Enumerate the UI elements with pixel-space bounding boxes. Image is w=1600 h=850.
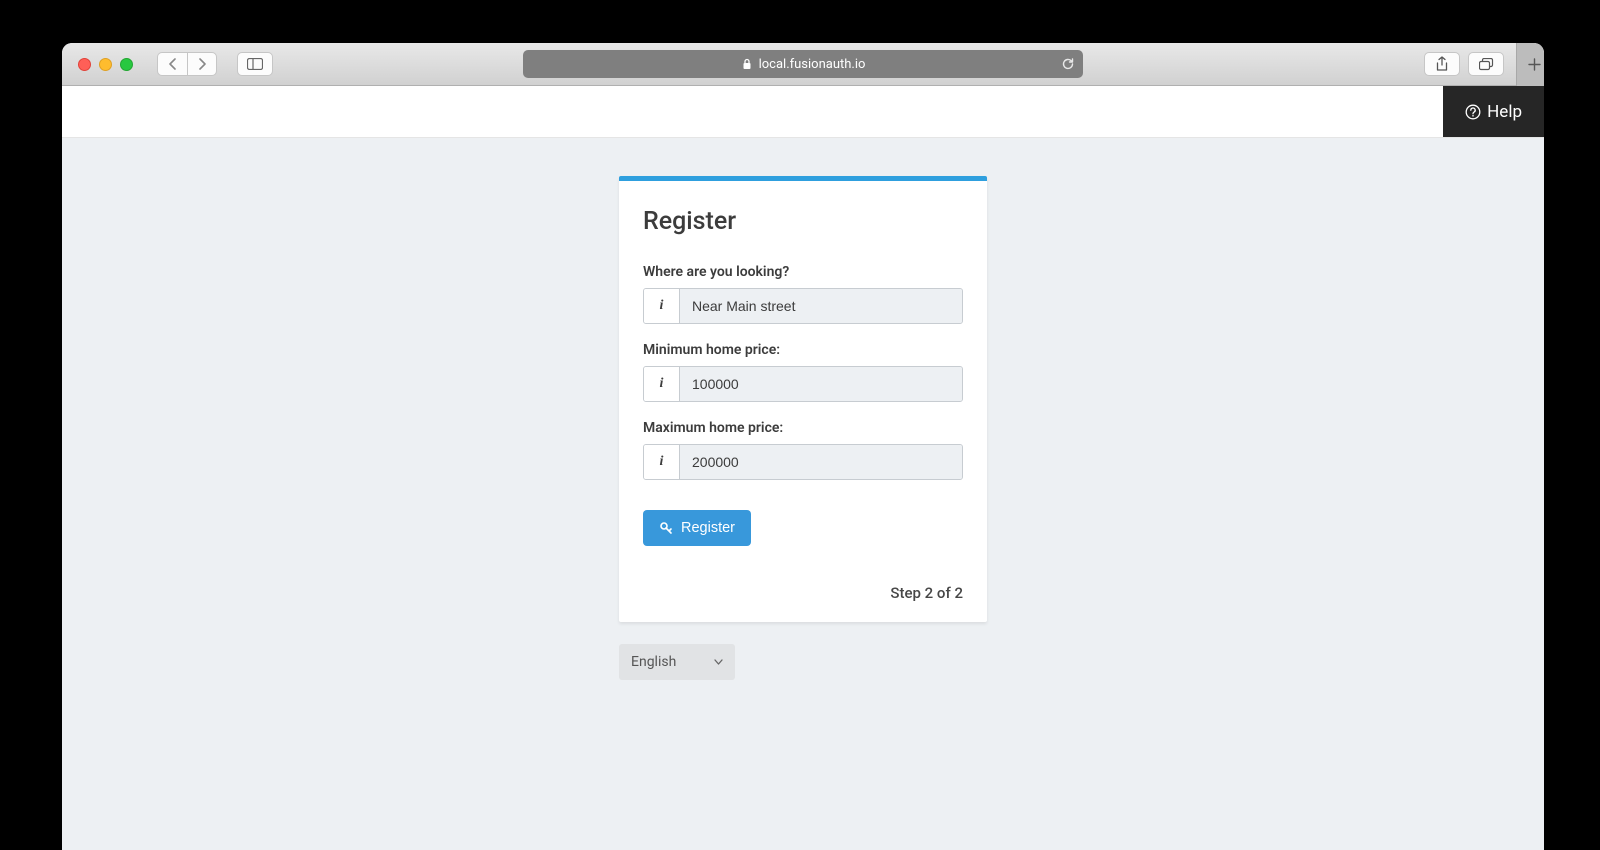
chevron-left-icon <box>168 58 177 70</box>
label-min-price: Minimum home price: <box>643 342 963 358</box>
toolbar-right <box>1424 43 1532 86</box>
help-label: Help <box>1487 102 1522 122</box>
tabs-icon <box>1479 58 1494 71</box>
url-bar[interactable]: local.fusionauth.io <box>523 50 1083 78</box>
share-button[interactable] <box>1424 52 1460 76</box>
window-close-button[interactable] <box>78 58 91 71</box>
language-select-wrapper: English <box>619 644 987 680</box>
input-group-max-price: i <box>643 444 963 480</box>
input-group-min-price: i <box>643 366 963 402</box>
chevron-right-icon <box>198 58 207 70</box>
url-text: local.fusionauth.io <box>759 57 866 72</box>
nav-buttons <box>157 52 217 76</box>
register-button-label: Register <box>681 520 735 536</box>
min-price-input[interactable] <box>680 367 962 401</box>
field-location: Where are you looking? i <box>643 264 963 324</box>
sidebar-icon <box>247 58 263 70</box>
max-price-input[interactable] <box>680 445 962 479</box>
key-icon <box>659 521 673 535</box>
traffic-lights <box>78 58 133 71</box>
help-button[interactable]: Help <box>1443 86 1544 137</box>
page-body: Register Where are you looking? i Minimu… <box>62 138 1544 850</box>
info-icon: i <box>644 445 680 479</box>
tabs-button[interactable] <box>1468 52 1504 76</box>
chevron-down-icon <box>714 659 723 665</box>
window-maximize-button[interactable] <box>120 58 133 71</box>
plus-icon <box>1528 58 1541 71</box>
language-select[interactable]: English <box>619 644 735 680</box>
new-tab-button[interactable] <box>1516 43 1544 86</box>
window-minimize-button[interactable] <box>99 58 112 71</box>
label-max-price: Maximum home price: <box>643 420 963 436</box>
field-max-price: Maximum home price: i <box>643 420 963 480</box>
lock-icon <box>741 58 753 70</box>
label-location: Where are you looking? <box>643 264 963 280</box>
nav-forward-button[interactable] <box>187 52 217 76</box>
browser-titlebar: local.fusionauth.io <box>62 43 1544 86</box>
browser-window: local.fusionauth.io Help Register <box>62 43 1544 850</box>
refresh-icon <box>1061 57 1075 71</box>
field-min-price: Minimum home price: i <box>643 342 963 402</box>
info-icon: i <box>644 289 680 323</box>
nav-back-button[interactable] <box>157 52 187 76</box>
step-indicator: Step 2 of 2 <box>643 584 963 602</box>
register-button[interactable]: Register <box>643 510 751 546</box>
location-input[interactable] <box>680 289 962 323</box>
refresh-button[interactable] <box>1061 57 1075 71</box>
sidebar-toggle-button[interactable] <box>237 52 273 76</box>
card-title: Register <box>643 207 963 236</box>
input-group-location: i <box>643 288 963 324</box>
help-icon <box>1465 104 1481 120</box>
register-card: Register Where are you looking? i Minimu… <box>619 176 987 622</box>
info-icon: i <box>644 367 680 401</box>
app-header: Help <box>62 86 1544 138</box>
language-selected: English <box>631 654 676 670</box>
share-icon <box>1435 56 1449 72</box>
